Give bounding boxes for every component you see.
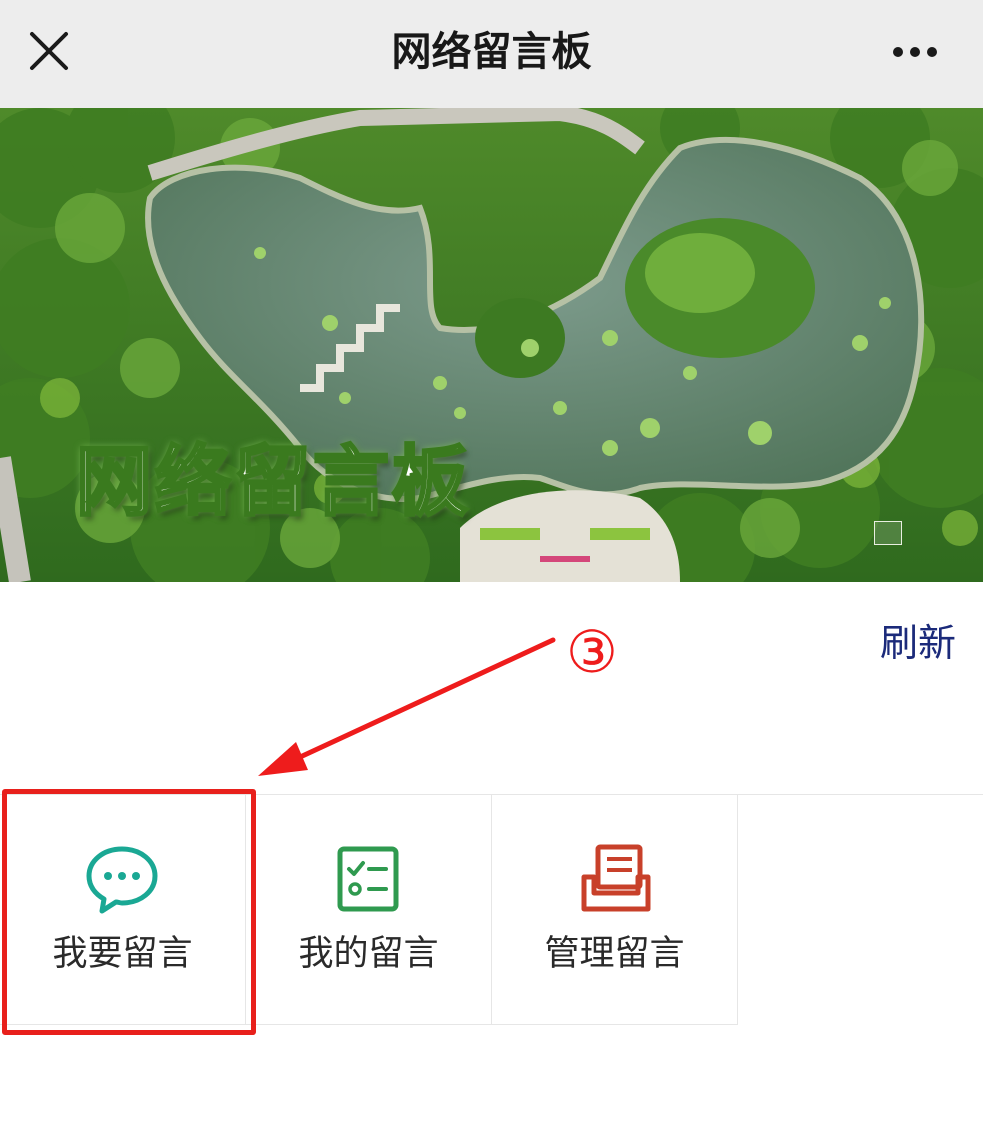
top-nav-bar: 网络留言板 bbox=[0, 0, 983, 108]
seal-stamp-icon bbox=[874, 521, 902, 545]
page: 网络留言板 网络留言板 刷新 ③ 我要留言 我的留言 管理留言 bbox=[0, 0, 983, 1133]
grid-item-my-messages[interactable]: 我的留言 bbox=[246, 795, 492, 1025]
grid-item-leave-message[interactable]: 我要留言 bbox=[0, 795, 246, 1025]
grid-item-label: 我的留言 bbox=[298, 934, 439, 974]
step-annotation-label: ③ bbox=[566, 618, 618, 686]
grid-item-label: 我要留言 bbox=[52, 934, 193, 974]
banner-image: 网络留言板 bbox=[0, 108, 983, 582]
checklist-icon bbox=[337, 846, 399, 912]
close-icon bbox=[30, 32, 68, 70]
grid-item-label: 管理留言 bbox=[544, 934, 685, 974]
banner-caption: 网络留言板 bbox=[75, 436, 471, 528]
refresh-button[interactable]: 刷新 bbox=[880, 612, 956, 667]
function-grid: 我要留言 我的留言 管理留言 bbox=[0, 794, 983, 1025]
grid-item-manage-messages[interactable]: 管理留言 bbox=[492, 795, 738, 1025]
chat-bubble-icon bbox=[86, 846, 158, 914]
inbox-tray-icon bbox=[581, 844, 651, 912]
close-button[interactable] bbox=[26, 28, 74, 76]
more-dots-icon bbox=[893, 47, 937, 57]
more-button[interactable] bbox=[884, 30, 950, 74]
page-title: 网络留言板 bbox=[391, 29, 592, 75]
